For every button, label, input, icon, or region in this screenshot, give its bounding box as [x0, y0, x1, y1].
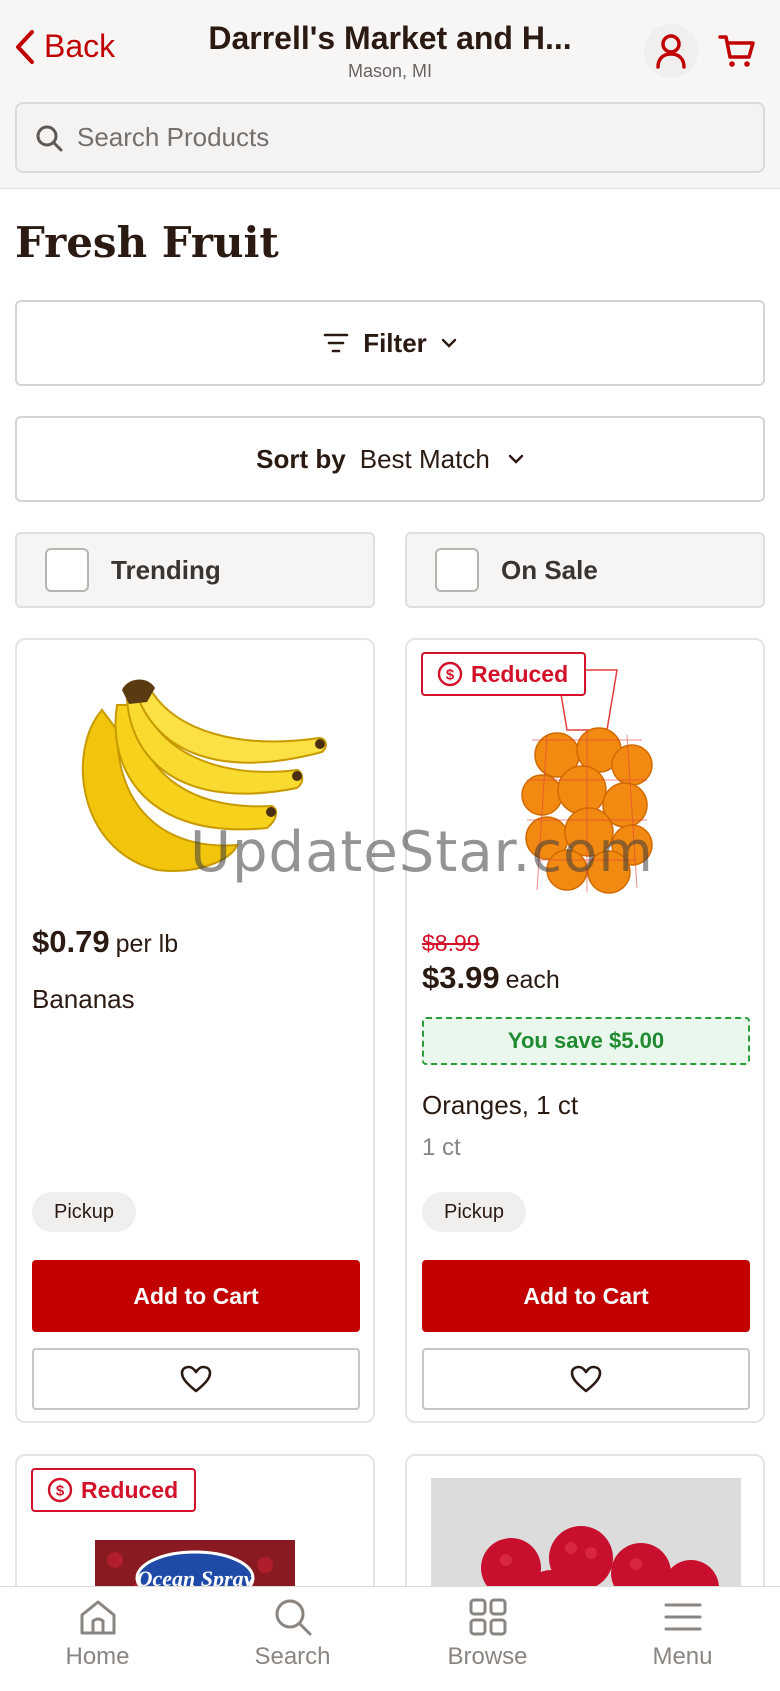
nav-home[interactable]: Home: [0, 1587, 195, 1691]
trending-toggle[interactable]: Trending: [15, 532, 375, 608]
nav-search[interactable]: Search: [195, 1587, 390, 1691]
bottom-nav: Home Search Browse Menu: [0, 1586, 780, 1691]
svg-text:$: $: [56, 1483, 65, 1500]
heart-icon: [180, 1365, 212, 1393]
search-icon: [36, 125, 63, 151]
price-value: $0.79: [32, 924, 110, 959]
badge-label: Reduced: [81, 1476, 179, 1503]
trending-checkbox[interactable]: [45, 548, 89, 592]
back-label: Back: [44, 28, 116, 64]
on-sale-checkbox[interactable]: [435, 548, 479, 592]
cart-button[interactable]: [710, 24, 764, 78]
product-size: 1 ct: [422, 1134, 461, 1161]
favorite-button[interactable]: [422, 1348, 750, 1410]
nav-menu[interactable]: Menu: [585, 1587, 780, 1691]
filter-label: Filter: [363, 327, 427, 358]
chevron-down-icon: [441, 338, 456, 348]
chevron-down-icon: [508, 454, 524, 464]
on-sale-label: On Sale: [501, 554, 598, 585]
badge-label: Reduced: [471, 660, 569, 687]
nav-browse-label: Browse: [447, 1643, 528, 1670]
home-icon: [80, 1600, 115, 1635]
store-location: Mason, MI: [347, 61, 433, 81]
nav-menu-label: Menu: [652, 1643, 713, 1670]
product-card-oranges[interactable]: $ Reduced $8.99 $3.99 each You save $5.00…: [405, 638, 765, 1423]
original-price: $8.99: [422, 930, 480, 956]
add-to-cart-button[interactable]: Add to Cart: [32, 1260, 360, 1332]
nav-home-label: Home: [65, 1643, 130, 1670]
store-name[interactable]: Darrell's Market and H...: [190, 20, 590, 57]
search-input[interactable]: [77, 122, 717, 153]
trending-label: Trending: [111, 554, 221, 585]
price-value: $3.99: [422, 960, 500, 995]
nav-browse[interactable]: Browse: [390, 1587, 585, 1691]
raspberries-image[interactable]: [431, 1478, 741, 1598]
on-sale-toggle[interactable]: On Sale: [405, 532, 765, 608]
dollar-circle-icon: $: [437, 661, 463, 687]
reduced-badge: $ Reduced: [31, 1468, 197, 1512]
top-header: Back Darrell's Market and H... Mason, MI: [0, 0, 780, 189]
chevron-left-icon: [16, 29, 34, 64]
sort-label: Sort by: [256, 443, 346, 474]
user-icon: [656, 34, 686, 69]
sort-dropdown[interactable]: Sort by Best Match: [15, 416, 765, 502]
svg-text:$: $: [446, 667, 455, 684]
product-name[interactable]: Oranges, 1 ct: [422, 1090, 578, 1121]
reduced-badge: $ Reduced: [421, 652, 587, 696]
hamburger-menu-icon: [664, 1603, 701, 1631]
account-button[interactable]: [644, 24, 698, 78]
product-name[interactable]: Bananas: [32, 984, 135, 1015]
dollar-circle-icon: $: [47, 1477, 73, 1503]
nav-search-label: Search: [254, 1643, 331, 1670]
fulfillment-badge: Pickup: [422, 1192, 527, 1232]
back-button[interactable]: Back: [14, 28, 115, 65]
savings-badge: You save $5.00: [422, 1017, 750, 1065]
search-bar[interactable]: [15, 102, 765, 173]
heart-icon: [570, 1365, 602, 1393]
cart-icon: [718, 35, 755, 67]
search-icon: [275, 1599, 311, 1636]
add-to-cart-button[interactable]: Add to Cart: [422, 1260, 750, 1332]
grid-icon: [469, 1598, 506, 1636]
price-unit: per lb: [115, 930, 179, 958]
sort-value: Best Match: [359, 443, 490, 474]
page-title: Fresh Fruit: [15, 218, 279, 267]
filter-button[interactable]: Filter: [15, 300, 765, 386]
favorite-button[interactable]: [32, 1348, 360, 1410]
filter-icon: [323, 333, 349, 353]
fulfillment-badge: Pickup: [32, 1192, 137, 1232]
product-card-bananas[interactable]: $0.79 per lb Bananas Pickup Add to Cart: [15, 638, 375, 1423]
price-unit: each: [505, 966, 560, 994]
product-price: $3.99 each: [422, 960, 560, 996]
product-price: $0.79 per lb: [32, 924, 178, 960]
watermark: UpdateStar.com: [190, 820, 654, 885]
